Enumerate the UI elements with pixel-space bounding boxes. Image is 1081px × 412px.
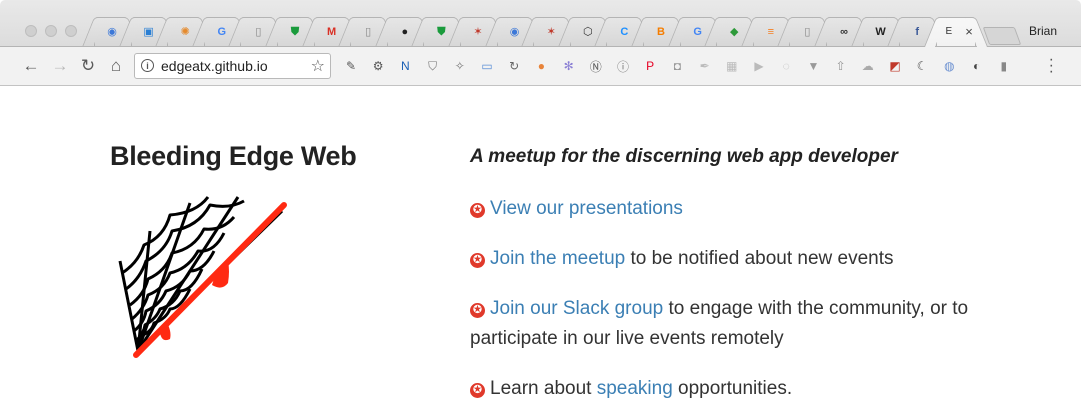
close-tab-icon[interactable]: × <box>965 24 973 39</box>
star-bullet-icon: ✪ <box>470 303 485 318</box>
spiderweb-icon: ✶ <box>546 25 556 38</box>
page-title: Bleeding Edge Web <box>110 141 357 171</box>
chrome-tab-icon: ◉ <box>107 25 117 38</box>
orange-circle-icon[interactable]: ● <box>532 57 550 75</box>
facebook-icon: f <box>915 25 920 38</box>
site-info-icon[interactable]: i <box>141 59 154 72</box>
back-arrow-icon[interactable]: ← <box>21 56 41 76</box>
star-bullet-icon: ✪ <box>470 203 485 218</box>
list-item: ✪ View our presentations <box>470 194 1010 224</box>
n-circle-icon[interactable]: Ⓝ <box>587 57 605 75</box>
star-bullet-icon: ✪ <box>470 253 485 268</box>
document-icon: ▯ <box>804 25 811 38</box>
notion-n-icon[interactable]: N <box>396 57 414 75</box>
play-icon[interactable]: ▶ <box>750 57 768 75</box>
google-icon: G <box>217 25 227 38</box>
folder-icon[interactable]: ▭ <box>478 57 496 75</box>
tab-strip: ◉ ▣ ✺ G ▯ ⛊ M ▯ ● ⛊ ✶ ◉ ✶ ⬡ C B G ◆ ≡ ▯ ∞ Wf E × Brian <box>0 0 1081 46</box>
new-tab-button[interactable] <box>982 27 1022 45</box>
flag-icon[interactable]: ◩ <box>886 57 904 75</box>
pinterest-icon[interactable]: P <box>641 57 659 75</box>
moon-icon[interactable]: ☾ <box>913 57 931 75</box>
tab-blue-square-icon: ▣ <box>143 25 154 38</box>
list-item: ✪ Join our Slack group to engage with the… <box>470 294 1010 354</box>
shield-icon: ⛊ <box>290 25 300 38</box>
wikipedia-icon: W <box>875 25 886 38</box>
google-icon: G <box>693 25 702 38</box>
home-icon[interactable]: ⌂ <box>106 56 126 76</box>
green-cube-icon: ◆ <box>729 25 739 38</box>
slack-link[interactable]: Join our Slack group <box>490 298 663 319</box>
bookmark-star-icon[interactable]: ☆ <box>311 56 325 76</box>
gear-icon[interactable]: ⚙ <box>369 57 387 75</box>
meetup-link[interactable]: Join the meetup <box>490 248 625 269</box>
sync-icon[interactable]: ↻ <box>505 57 523 75</box>
document-icon: ▯ <box>365 25 372 38</box>
codepen-icon: ⬡ <box>582 25 593 38</box>
upload-icon[interactable]: ⇧ <box>832 57 850 75</box>
shield-icon: ⛊ <box>437 25 446 38</box>
globe-icon[interactable]: ◍ <box>940 57 958 75</box>
wand-icon[interactable]: ✧ <box>451 57 469 75</box>
reload-icon[interactable]: ↻ <box>78 56 98 76</box>
page-content: Bleeding Edge Web A meetup for the disce… <box>0 86 1081 412</box>
half-circle-icon[interactable]: ◐ <box>968 57 986 75</box>
tab-dark-square-icon: ∞ <box>840 25 848 38</box>
address-url[interactable]: edgeatx.github.io <box>161 58 268 74</box>
translate-icon[interactable]: ▮ <box>995 57 1013 75</box>
eyedropper-icon[interactable]: ✎ <box>342 57 360 75</box>
forward-arrow-icon[interactable]: → <box>50 56 70 76</box>
menu-dots-icon[interactable]: · · · <box>1049 52 1054 80</box>
pocket-icon[interactable]: ⛉ <box>424 57 442 75</box>
cloud-icon[interactable]: ☁ <box>859 57 877 75</box>
document-icon: ▯ <box>255 25 262 38</box>
stackoverflow-icon: ≡ <box>767 25 774 38</box>
minimize-window-button[interactable] <box>45 25 57 37</box>
browser-window: ◉ ▣ ✺ G ▯ ⛊ M ▯ ● ⛊ ✶ ◉ ✶ ⬡ C B G ◆ ≡ ▯ ∞ Wf E × Brian ← → ↻ ⌂ … <box>0 0 1081 412</box>
ghost-icon[interactable]: ◌ <box>777 57 795 75</box>
tab-orange-circle-icon: ✺ <box>180 25 190 38</box>
grid-icon[interactable]: ▦ <box>723 57 741 75</box>
tagline: A meetup for the discerning web app deve… <box>470 146 898 167</box>
tab-list: ◉ ▣ ✺ G ▯ ⛊ M ▯ ● ⛊ ✶ ◉ ✶ ⬡ C B G ◆ ≡ ▯ ∞ Wf E × <box>86 17 986 46</box>
zoom-window-button[interactable] <box>65 25 77 37</box>
item-text: opportunities. <box>672 378 793 399</box>
presentations-link[interactable]: View our presentations <box>490 198 683 219</box>
spiderweb-icon: ✶ <box>473 25 483 38</box>
browser-toolbar: ← → ↻ ⌂ i edgeatx.github.io ☆ ✎ ⚙ N ⛉ ✧ ▭ ↻ ● ✻ Ⓝ… <box>0 46 1081 86</box>
close-window-button[interactable] <box>25 25 37 37</box>
github-icon: ● <box>401 25 409 38</box>
tab-blue-c-icon: C <box>620 25 629 38</box>
chrome-tab-icon: ◉ <box>509 25 520 38</box>
star-bullet-icon: ✪ <box>470 383 485 398</box>
gmail-icon: M <box>327 25 337 38</box>
blogger-icon: B <box>657 25 665 38</box>
speaking-link[interactable]: speaking <box>597 378 673 399</box>
camera-icon[interactable]: ◘ <box>668 57 686 75</box>
active-tab-label: E <box>945 26 953 37</box>
info-circle-icon[interactable]: ⓘ <box>614 57 632 75</box>
list-item: ✪ Join the meetup to be notified about ne… <box>470 244 1010 274</box>
address-bar[interactable]: i edgeatx.github.io ☆ <box>134 53 331 79</box>
puzzle-icon[interactable]: ✻ <box>560 57 578 75</box>
item-prefix: Learn about <box>490 378 597 399</box>
feather-icon[interactable]: ✒ <box>696 57 714 75</box>
item-text: to be notified about new events <box>625 248 894 269</box>
spiderweb-logo-icon <box>118 196 287 358</box>
list-item: ✪ Learn about speaking opportunities. <box>470 374 1010 404</box>
vue-icon[interactable]: ▼ <box>804 57 822 75</box>
profile-name[interactable]: Brian <box>1029 24 1057 38</box>
active-tab[interactable]: E × <box>935 17 976 46</box>
